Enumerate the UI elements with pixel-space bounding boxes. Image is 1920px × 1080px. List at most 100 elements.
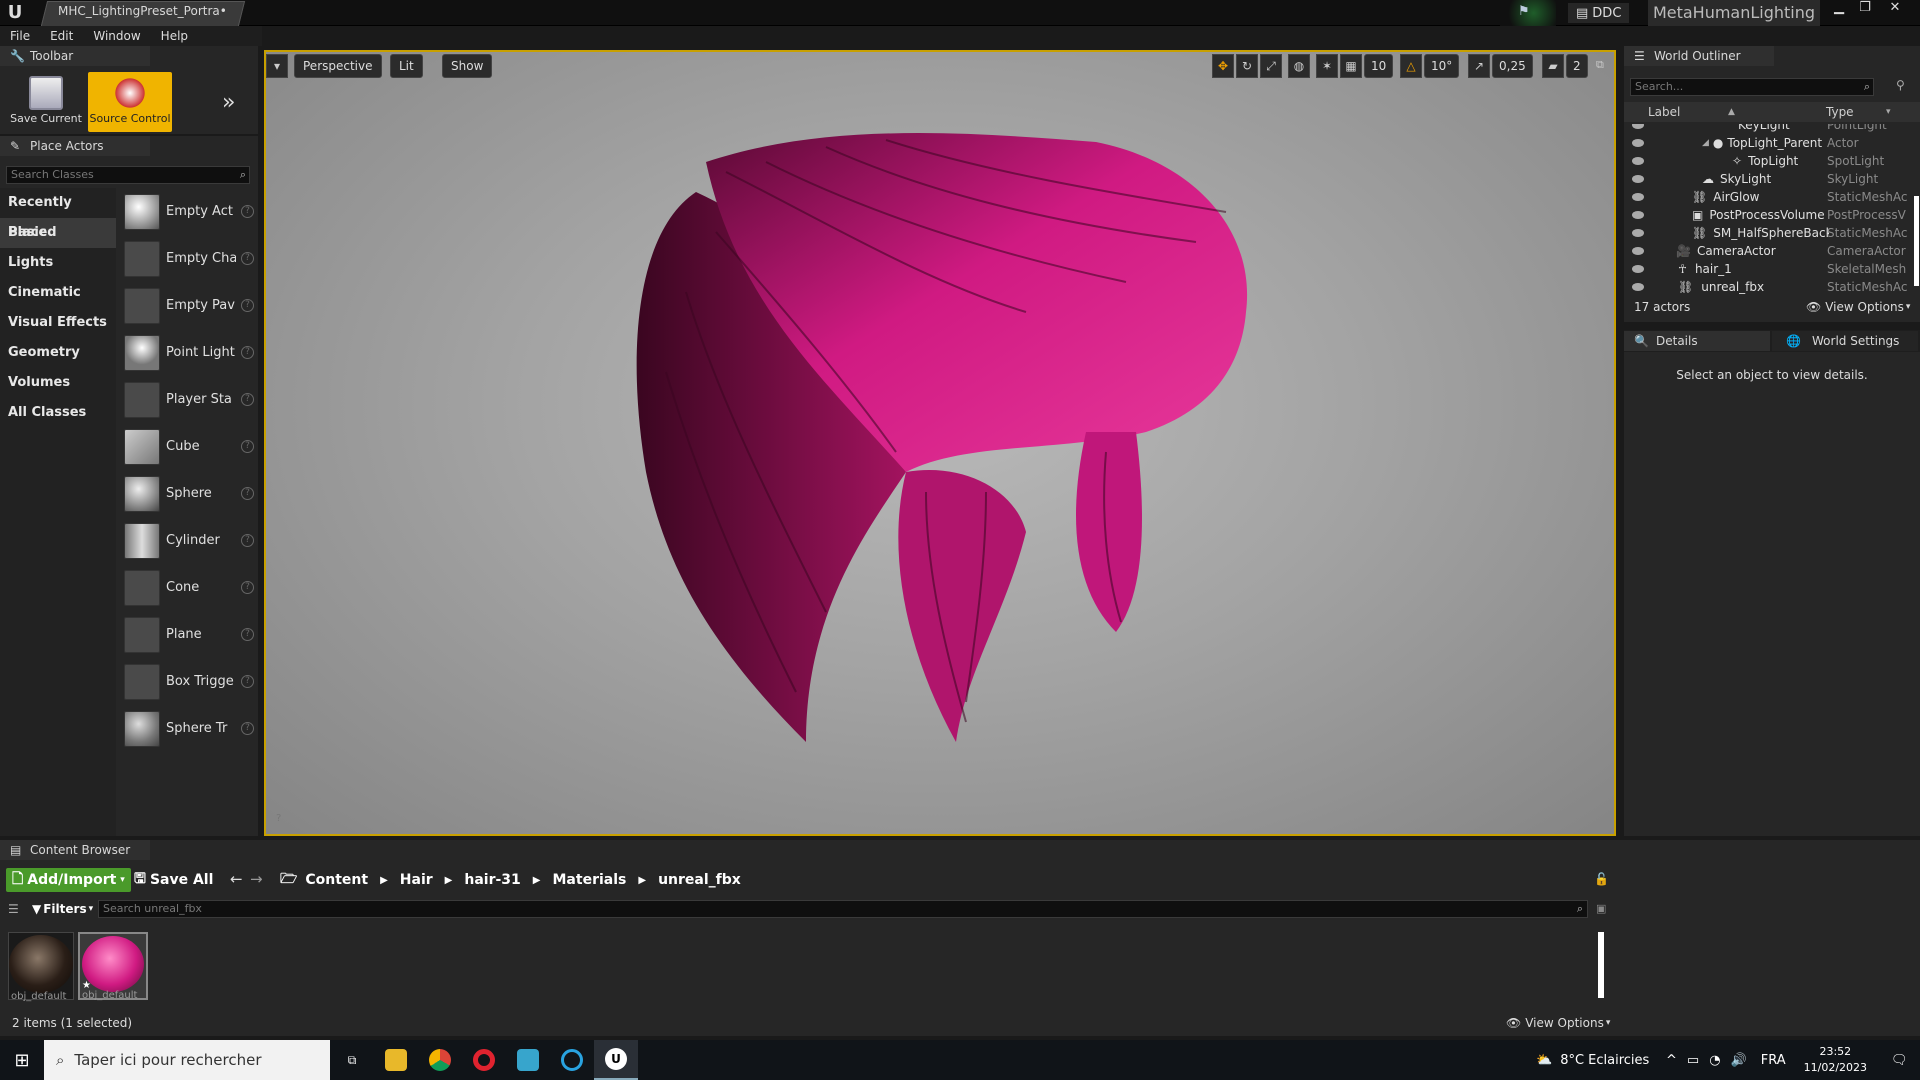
camera-speed-icon[interactable]: ▰ (1542, 54, 1564, 78)
help-icon[interactable]: ? (241, 722, 254, 735)
breadcrumb-hair[interactable]: Hair (400, 872, 433, 888)
outliner-search-input[interactable]: Search... ⌕ (1630, 78, 1874, 96)
surface-snap-icon[interactable]: ✶ (1316, 54, 1338, 78)
forward-arrow-icon[interactable]: → (250, 870, 263, 888)
rotate-icon[interactable]: ↻ (1236, 54, 1258, 78)
file-explorer-button[interactable] (374, 1040, 418, 1080)
maya-button[interactable] (506, 1040, 550, 1080)
outliner-row[interactable]: ☥ hair_1 SkeletalMesh (1624, 260, 1914, 278)
outliner-row[interactable]: ▣ PostProcessVolume PostProcessV (1624, 206, 1914, 224)
outliner-row[interactable]: ◢ ● TopLight_Parent Actor (1624, 134, 1914, 152)
breadcrumb-separator-icon[interactable]: ▶ (638, 875, 646, 886)
taskbar-search-box[interactable]: ⌕ Taper ici pour rechercher (44, 1040, 330, 1080)
source-control-button[interactable]: Source Control (88, 72, 172, 132)
ddc-button[interactable]: ▤ DDC (1568, 3, 1630, 23)
help-icon[interactable]: ? (241, 346, 254, 359)
outliner-row[interactable]: ✧ TopLight SpotLight (1624, 152, 1914, 170)
visibility-eye-icon[interactable] (1632, 229, 1644, 237)
content-view-options-button[interactable]: 👁 View Options ▾ (1506, 1016, 1610, 1030)
actor-item[interactable]: Box Trigge? (124, 658, 254, 705)
content-scrollbar[interactable] (1598, 932, 1604, 998)
details-tab[interactable]: 🔍 Details (1624, 331, 1770, 351)
content-browser-tab[interactable]: ▤ Content Browser (0, 840, 150, 860)
rotation-snap-icon[interactable]: △ (1400, 54, 1422, 78)
type-column-header[interactable]: Type (1826, 102, 1854, 122)
category-lights[interactable]: Lights (0, 248, 116, 278)
filters-button[interactable]: ▼ Filters ▾ (32, 902, 93, 916)
breadcrumb-content[interactable]: Content (305, 872, 368, 888)
show-button[interactable]: Show (442, 54, 493, 78)
actor-item[interactable]: Point Light? (124, 329, 254, 376)
category-recently-placed[interactable]: Recently Placed (0, 188, 116, 240)
visibility-eye-icon[interactable] (1632, 139, 1644, 147)
visibility-eye-icon[interactable] (1632, 265, 1644, 273)
flag-icon[interactable]: ⚑ (1518, 4, 1538, 22)
menu-window[interactable]: Window (83, 26, 150, 46)
unreal-taskbar-button[interactable]: U (594, 1040, 638, 1080)
content-search-input[interactable]: Search unreal_fbx ⌕ (98, 900, 1588, 918)
outliner-view-options-button[interactable]: 👁 View Options ▾ (1806, 300, 1910, 314)
opera-button[interactable] (462, 1040, 506, 1080)
back-arrow-icon[interactable]: ← (230, 870, 243, 888)
actor-item[interactable]: Sphere? (124, 470, 254, 517)
breadcrumb-separator-icon[interactable]: ▶ (533, 875, 541, 886)
add-import-button[interactable]: 🗋 Add/Import ▾ (6, 868, 131, 892)
search-classes-input[interactable]: Search Classes ⌕ (6, 166, 250, 184)
breadcrumb-hair-31[interactable]: hair-31 (464, 872, 520, 888)
help-icon[interactable]: ? (241, 487, 254, 500)
outliner-row[interactable]: ⛓ AirGlow StaticMeshAc (1624, 188, 1914, 206)
menu-help[interactable]: Help (151, 26, 198, 46)
rotation-snap-value[interactable]: 10° (1424, 54, 1460, 78)
grid-snap-value[interactable]: 10 (1364, 54, 1394, 78)
close-icon[interactable]: ✕ (1882, 0, 1908, 18)
sources-toggle-icon[interactable]: ☰ (8, 902, 19, 916)
label-column-header[interactable]: Label (1648, 102, 1680, 122)
help-icon[interactable]: ? (241, 534, 254, 547)
clock[interactable]: 23:52 11/02/2023 (1804, 1044, 1867, 1076)
chrome-button[interactable] (418, 1040, 462, 1080)
actor-item[interactable]: Empty Cha? (124, 235, 254, 282)
category-all-classes[interactable]: All Classes (0, 398, 116, 428)
outliner-row[interactable]: ☁ SkyLight SkyLight (1624, 170, 1914, 188)
actor-item[interactable]: Cylinder? (124, 517, 254, 564)
perspective-button[interactable]: Perspective (294, 54, 382, 78)
help-icon[interactable]: ? (241, 581, 254, 594)
toolbar-tab[interactable]: 🔧 Toolbar (0, 46, 150, 66)
windows-start-button[interactable]: ⊞ (0, 1040, 44, 1080)
actor-item[interactable]: Empty Pav? (124, 282, 254, 329)
scale-snap-icon[interactable]: ↗ (1468, 54, 1490, 78)
notifications-icon[interactable]: 🗨 (1891, 1053, 1908, 1068)
outliner-scrollbar[interactable] (1914, 196, 1919, 286)
category-cinematic[interactable]: Cinematic (0, 278, 116, 308)
save-search-icon[interactable]: ▣ (1596, 902, 1606, 915)
breadcrumb-separator-icon[interactable]: ▶ (445, 875, 453, 886)
visibility-eye-icon[interactable] (1632, 211, 1644, 219)
category-visual-effects[interactable]: Visual Effects (0, 308, 116, 338)
pin-icon[interactable]: ⚲ (1896, 78, 1905, 92)
actor-item[interactable]: Empty Act? (124, 188, 254, 235)
minimize-icon[interactable]: ▁ (1826, 0, 1852, 18)
visibility-eye-icon[interactable] (1632, 193, 1644, 201)
viewport-help-icon[interactable]: ? (276, 813, 281, 824)
visibility-eye-icon[interactable] (1632, 157, 1644, 165)
help-icon[interactable]: ? (241, 299, 254, 312)
outliner-row[interactable]: ⛓ SM_HalfSphereBackg StaticMeshAc (1624, 224, 1914, 242)
breadcrumb-unreal-fbx[interactable]: unreal_fbx (658, 872, 741, 888)
save-current-button[interactable]: Save Current (4, 72, 88, 132)
actor-item[interactable]: Cube? (124, 423, 254, 470)
task-view-button[interactable]: ⧉ (330, 1040, 374, 1080)
maximize-icon[interactable]: ❐ (1852, 0, 1878, 18)
menu-edit[interactable]: Edit (40, 26, 83, 46)
expand-toolbar-icon[interactable]: » (222, 90, 235, 115)
world-local-icon[interactable]: ◍ (1288, 54, 1310, 78)
visibility-eye-icon[interactable] (1632, 247, 1644, 255)
help-icon[interactable]: ? (241, 205, 254, 218)
help-icon[interactable]: ? (241, 252, 254, 265)
app-c-button[interactable] (550, 1040, 594, 1080)
breadcrumb-materials[interactable]: Materials (553, 872, 627, 888)
help-icon[interactable]: ? (241, 393, 254, 406)
outliner-row[interactable]: KeyLight PointLight (1624, 124, 1914, 134)
visibility-eye-icon[interactable] (1632, 283, 1644, 291)
wifi-icon[interactable]: ◔ (1709, 1053, 1720, 1068)
category-basic[interactable]: Basic (0, 218, 116, 248)
